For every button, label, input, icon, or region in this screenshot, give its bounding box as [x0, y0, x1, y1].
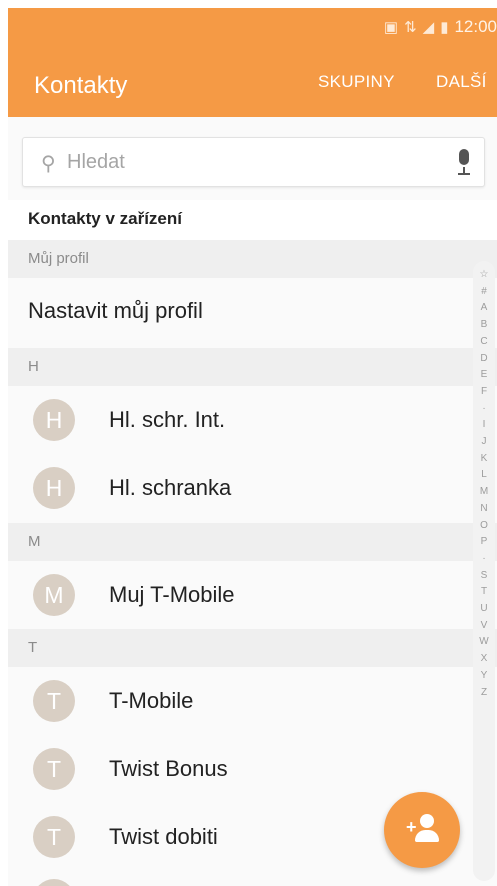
contact-row[interactable]: T T-Mobile [8, 667, 497, 735]
index-letter[interactable]: J [473, 434, 495, 451]
index-letter[interactable]: ☆ [473, 267, 495, 284]
person-icon [420, 814, 434, 828]
avatar [33, 879, 75, 886]
signal-icon: ◢ [422, 19, 435, 36]
index-letters: ☆ # A B C D E F · I J K L M N O P · S T U V W X Y Z [473, 267, 495, 701]
index-letter[interactable]: V [473, 618, 495, 635]
index-letter[interactable]: X [473, 651, 495, 668]
avatar: T [33, 680, 75, 722]
group-header-t: T [8, 629, 497, 667]
lte-icon: ⇅ [404, 19, 417, 36]
plus-icon: + [406, 817, 417, 837]
avatar: T [33, 816, 75, 858]
contact-name: T-Mobile [109, 688, 194, 713]
index-letter[interactable]: P [473, 534, 495, 551]
index-letter[interactable]: Y [473, 668, 495, 685]
more-button[interactable]: DALŠÍ [436, 72, 487, 92]
microphone-icon[interactable] [456, 149, 470, 175]
index-letter[interactable]: # [473, 284, 495, 301]
index-letter[interactable]: W [473, 634, 495, 651]
group-header-m: M [8, 523, 497, 561]
contacts-list: ⚲ Hledat Kontakty v zařízení Můj profil … [8, 117, 497, 886]
index-letter[interactable]: K [473, 451, 495, 468]
app-bar: ▣ ⇅ ◢ ▮ 12:00 Kontakty SKUPINY DALŠÍ [8, 8, 497, 117]
index-letter[interactable]: M [473, 484, 495, 501]
search-icon: ⚲ [41, 153, 56, 175]
battery-icon: ▮ [440, 19, 449, 36]
index-letter[interactable]: C [473, 334, 495, 351]
group-letter: M [28, 533, 41, 550]
index-letter[interactable]: U [473, 601, 495, 618]
search-bar[interactable]: ⚲ Hledat [22, 137, 485, 187]
contact-name: Hl. schranka [109, 475, 232, 500]
nfc-icon: ▣ [383, 19, 399, 36]
index-letter[interactable]: F [473, 384, 495, 401]
status-bar: ▣ ⇅ ◢ ▮ 12:00 [384, 12, 497, 42]
add-contact-button[interactable]: + [384, 792, 460, 868]
index-letter[interactable]: L [473, 467, 495, 484]
setup-profile-label: Nastavit můj profil [28, 298, 203, 323]
index-letter[interactable]: · [473, 551, 495, 568]
avatar: H [33, 399, 75, 441]
group-letter: H [28, 358, 39, 375]
index-letter[interactable]: S [473, 568, 495, 585]
setup-profile-item[interactable]: Nastavit můj profil [8, 278, 497, 346]
contact-name: Twist dobiti [109, 824, 218, 849]
contact-name: Hl. schr. Int. [109, 407, 226, 432]
page-title: Kontakty [34, 72, 128, 99]
section-title: Kontakty v zařízení [28, 209, 182, 228]
index-letter[interactable]: T [473, 584, 495, 601]
avatar: H [33, 467, 75, 509]
avatar: M [33, 574, 75, 616]
group-header-h: H [8, 348, 497, 386]
index-letter[interactable]: E [473, 367, 495, 384]
contact-row[interactable]: M Muj T-Mobile [8, 561, 497, 629]
contact-name: Twist Bonus [109, 756, 228, 781]
avatar: T [33, 748, 75, 790]
alphabet-index-scrollbar[interactable]: ☆ # A B C D E F · I J K L M N O P · S T U V W X Y Z [473, 261, 495, 881]
index-letter[interactable]: Z [473, 685, 495, 702]
group-label: Můj profil [28, 250, 89, 267]
search-input[interactable]: Hledat [67, 151, 125, 174]
index-letter[interactable]: N [473, 501, 495, 518]
index-letter[interactable]: A [473, 300, 495, 317]
index-letter[interactable]: O [473, 518, 495, 535]
index-letter[interactable]: D [473, 351, 495, 368]
index-letter[interactable]: I [473, 417, 495, 434]
contact-row-partial [8, 871, 497, 886]
groups-button[interactable]: SKUPINY [318, 72, 395, 92]
contact-row[interactable]: H Hl. schr. Int. [8, 386, 497, 454]
group-header-profile: Můj profil [8, 240, 497, 278]
clock: 12:00 [454, 17, 497, 36]
group-letter: T [28, 639, 38, 656]
index-letter[interactable]: B [473, 317, 495, 334]
index-letter[interactable]: · [473, 401, 495, 418]
contact-name: Muj T-Mobile [109, 582, 235, 607]
section-header: Kontakty v zařízení [8, 200, 497, 240]
contact-row[interactable]: H Hl. schranka [8, 454, 497, 522]
